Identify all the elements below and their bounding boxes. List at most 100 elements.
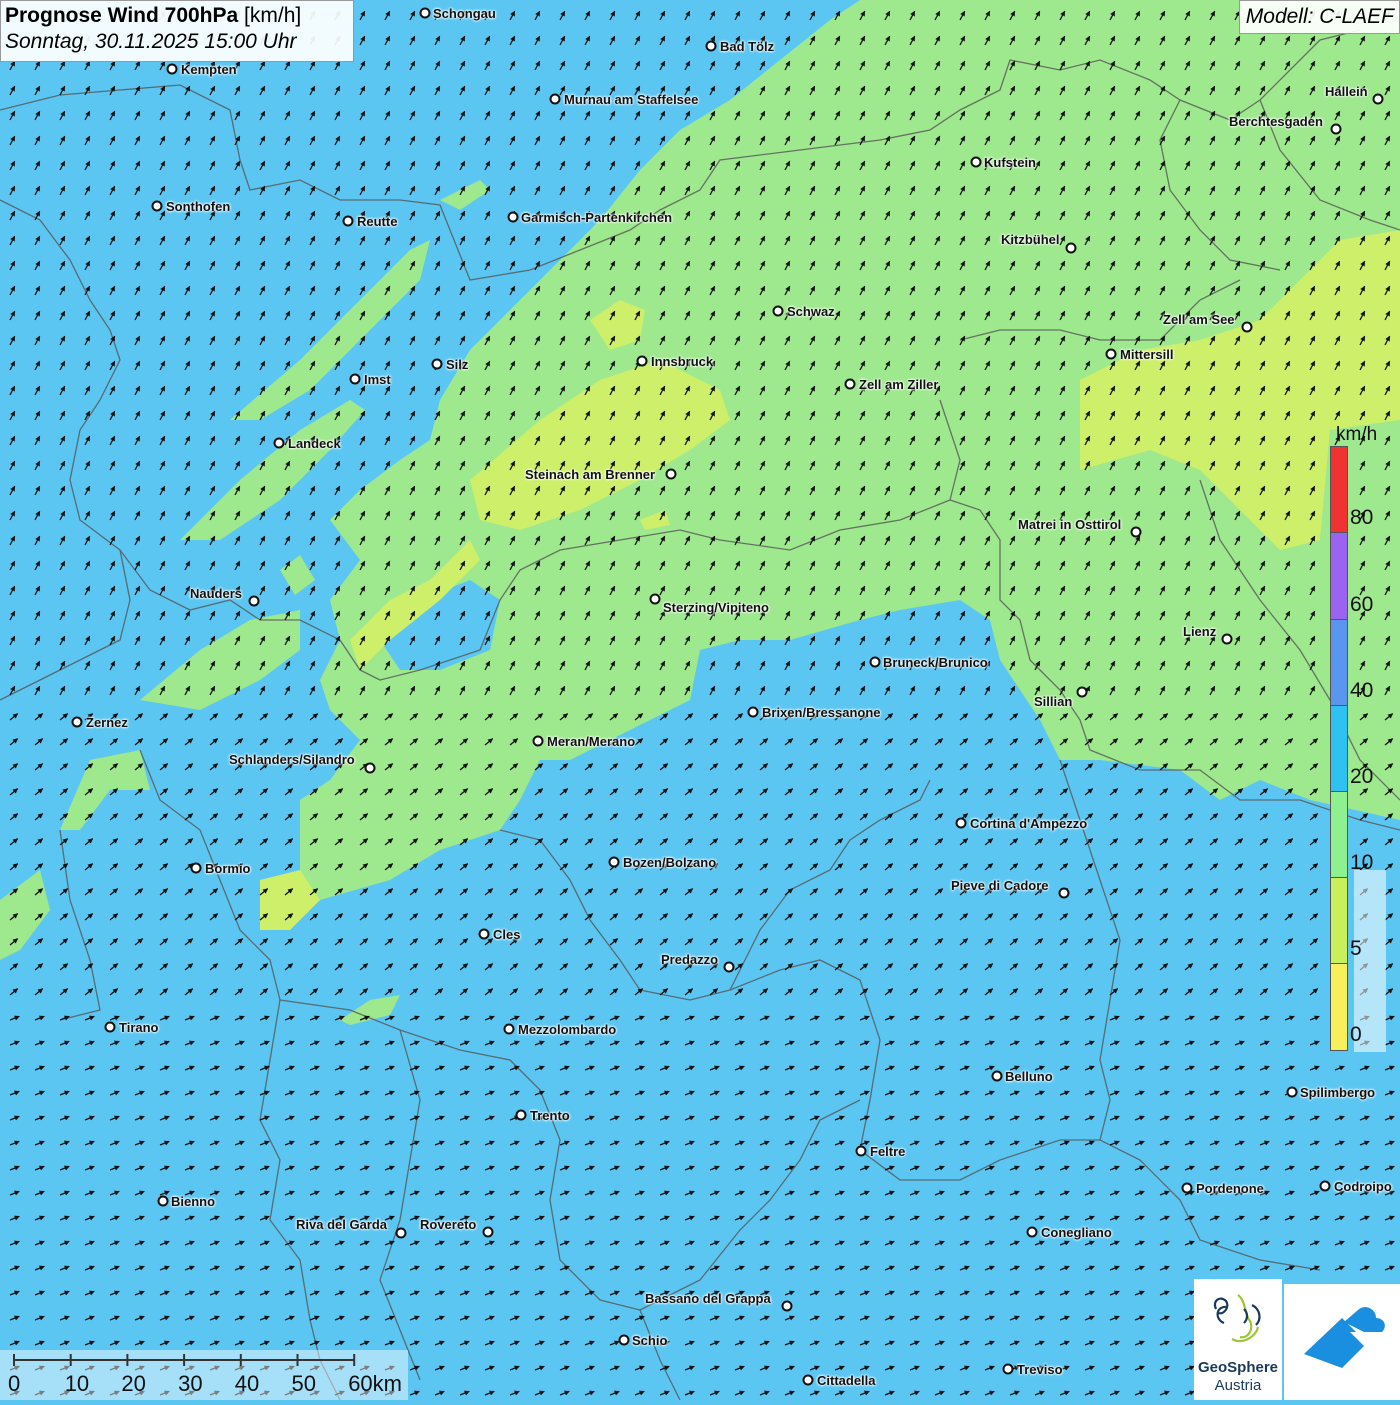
city-label: Zell am Ziller (859, 377, 939, 392)
city-label: Brixen/Bressanone (762, 705, 881, 720)
city-label: Bormio (205, 861, 251, 876)
city-label: Predazzo (661, 952, 719, 967)
legend-label: 80 (1350, 506, 1374, 529)
city-label: Bruneck/Brunico (883, 655, 988, 670)
city-label: Steinach am Brenner (525, 467, 656, 482)
city-marker (1105, 348, 1117, 360)
city-label: Bassano del Grappa (645, 1291, 771, 1306)
scale-label: 30 (178, 1371, 203, 1396)
city-marker (1372, 93, 1384, 105)
city-label: Pordenone (1196, 1181, 1264, 1196)
city-label: Reutte (357, 214, 398, 229)
city-label: Kufstein (984, 155, 1036, 170)
city-label: Zell am See (1163, 312, 1235, 327)
legend-swatch (1330, 619, 1348, 707)
city-label: Treviso (1017, 1362, 1063, 1377)
city-marker (503, 1023, 515, 1035)
legend-swatch (1330, 705, 1348, 793)
city-label: Cortina d'Ampezzo (970, 816, 1088, 831)
city-marker (71, 716, 83, 728)
city-marker (364, 762, 376, 774)
city-label: Nauders (190, 586, 243, 601)
city-label: Landeck (288, 436, 341, 451)
city-marker (1002, 1363, 1014, 1375)
geosphere-logo: GeoSphere Austria (1194, 1279, 1282, 1400)
legend-label: 10 (1350, 851, 1374, 874)
city-marker (1076, 686, 1088, 698)
city-marker (273, 437, 285, 449)
city-label: Kempten (181, 62, 237, 77)
scale-label: 0 (8, 1371, 21, 1396)
city-label: Imst (364, 372, 391, 387)
city-label: Riva del Garda (296, 1217, 388, 1232)
scale-bar (0, 1350, 408, 1400)
scale-label: 10 (64, 1371, 90, 1396)
city-label: Belluno (1005, 1069, 1053, 1084)
city-marker (248, 595, 260, 607)
city-marker (157, 1195, 169, 1207)
city-label: Feltre (870, 1144, 906, 1159)
city-marker (532, 735, 544, 747)
city-marker (970, 156, 982, 168)
city-marker (869, 656, 881, 668)
legend-label: 0 (1350, 1023, 1362, 1046)
city-marker (419, 7, 431, 19)
city-marker (395, 1227, 407, 1239)
city-label: Meran/Merano (547, 734, 636, 749)
city-marker (482, 1226, 494, 1238)
city-label: Schongau (433, 6, 496, 21)
legend-swatch (1330, 877, 1348, 965)
city-marker (1319, 1180, 1331, 1192)
scale-label: 20 (121, 1371, 146, 1396)
city-marker (781, 1300, 793, 1312)
city-marker (431, 358, 443, 370)
city-label: Bozen/Bolzano (623, 855, 717, 870)
city-label: Cittadella (817, 1373, 876, 1388)
city-marker (636, 355, 648, 367)
legend-label: 60 (1350, 593, 1374, 616)
city-marker (608, 856, 620, 868)
city-label: Mittersill (1120, 347, 1174, 362)
forecast-datetime: Sonntag, 30.11.2025 15:00 Uhr (5, 30, 297, 53)
legend-label: 40 (1350, 679, 1374, 702)
city-marker (515, 1109, 527, 1121)
city-label: Berchtesgaden (1229, 114, 1323, 129)
city-marker (665, 468, 677, 480)
city-marker (1058, 887, 1070, 899)
legend-unit: km/h (1336, 424, 1378, 445)
city-marker (723, 961, 735, 973)
city-label: Cles (493, 927, 521, 942)
city-marker (1221, 633, 1233, 645)
city-marker (1065, 242, 1077, 254)
legend-label: 20 (1350, 765, 1374, 788)
city-marker (955, 817, 967, 829)
city-label: Codroipo (1334, 1179, 1392, 1194)
city-marker (991, 1070, 1003, 1082)
legend-swatch (1330, 532, 1348, 620)
city-label: Conegliano (1041, 1225, 1112, 1240)
legend-swatch (1330, 791, 1348, 879)
city-marker (151, 200, 163, 212)
city-label: Mezzolombardo (518, 1022, 617, 1037)
city-marker (649, 593, 661, 605)
geosphere-emblem-icon (1213, 1294, 1261, 1343)
scale-label: 50 (291, 1371, 316, 1396)
scale-label: 60km (348, 1371, 402, 1396)
weather-app-logo (1284, 1284, 1400, 1400)
city-marker (478, 928, 490, 940)
city-marker (844, 378, 856, 390)
city-marker (802, 1374, 814, 1386)
city-label: Sillian (1034, 694, 1073, 709)
city-marker (705, 40, 717, 52)
city-label: Murnau am Staffelsee (564, 92, 699, 107)
map-title: Prognose Wind 700hPa (5, 4, 239, 27)
city-marker (618, 1334, 630, 1346)
legend-label: 5 (1350, 937, 1362, 960)
city-marker (166, 63, 178, 75)
city-label: Sonthofen (166, 199, 231, 214)
city-marker (1241, 321, 1253, 333)
city-marker (349, 373, 361, 385)
city-label: Schio (632, 1333, 668, 1348)
scale-label: 40 (234, 1371, 260, 1396)
logo-subname: Austria (1214, 1377, 1262, 1394)
